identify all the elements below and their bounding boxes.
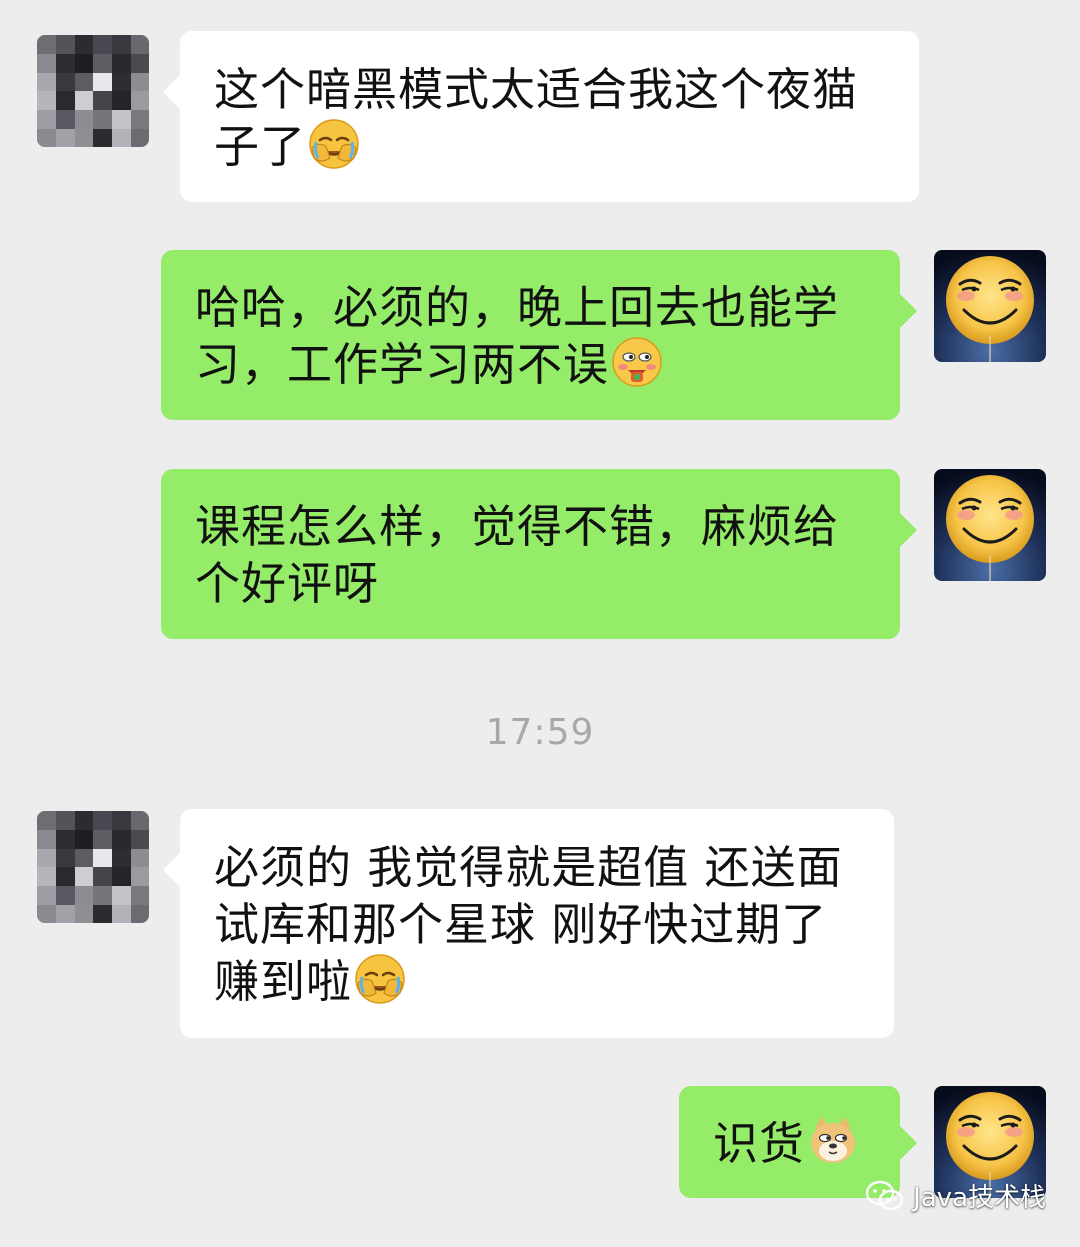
bubble-tail bbox=[163, 853, 180, 887]
message-line: 哈哈，必须的，晚上回去也能学 bbox=[195, 281, 840, 334]
moon-face-avatar-icon bbox=[934, 250, 1046, 362]
happy-nosebleed-emoji-icon bbox=[611, 336, 663, 388]
watermark: Java技术栈 bbox=[865, 1177, 1046, 1214]
pixelated-avatar-icon bbox=[37, 811, 149, 923]
message-line: 试库和那个星球 刚好快过期了 bbox=[214, 898, 828, 951]
message-line: 子了 bbox=[214, 120, 307, 173]
facepalm-emoji-icon bbox=[354, 953, 406, 1005]
bubble-tail bbox=[900, 294, 917, 328]
bubble-tail bbox=[163, 75, 180, 109]
contact-avatar[interactable] bbox=[37, 811, 149, 923]
moon-face-avatar-icon bbox=[934, 469, 1046, 581]
contact-avatar[interactable] bbox=[37, 35, 149, 147]
my-avatar[interactable] bbox=[934, 469, 1046, 581]
bubble-tail bbox=[900, 1126, 917, 1160]
pixelated-avatar-icon bbox=[37, 35, 149, 147]
message-bubble-incoming[interactable]: 这个暗黑模式太适合我这个夜猫 子了 bbox=[163, 31, 919, 202]
my-avatar[interactable] bbox=[934, 250, 1046, 362]
facepalm-emoji-icon bbox=[308, 118, 360, 170]
message-line: 必须的 我觉得就是超值 还送面 bbox=[214, 841, 843, 894]
message-line: 赚到啦 bbox=[214, 955, 353, 1008]
message-bubble-outgoing[interactable]: 哈哈，必须的，晚上回去也能学 习，工作学习两不误 bbox=[161, 250, 917, 420]
message-line: 个好评呀 bbox=[195, 557, 380, 610]
watermark-text: Java技术栈 bbox=[913, 1183, 1046, 1213]
wechat-official-account-icon bbox=[865, 1180, 904, 1210]
message-line: 识货 bbox=[713, 1117, 806, 1170]
message-bubble-incoming[interactable]: 必须的 我觉得就是超值 还送面 试库和那个星球 刚好快过期了 赚到啦 bbox=[163, 809, 894, 1038]
message-line: 课程怎么样，觉得不错，麻烦给 bbox=[195, 500, 840, 553]
message-line: 这个暗黑模式太适合我这个夜猫 bbox=[214, 63, 859, 116]
bubble-tail bbox=[900, 513, 917, 547]
chat-timestamp: 17:59 bbox=[485, 712, 595, 753]
message-line: 习，工作学习两不误 bbox=[195, 338, 610, 391]
doge-emoji-icon bbox=[807, 1115, 859, 1167]
message-bubble-outgoing[interactable]: 课程怎么样，觉得不错，麻烦给 个好评呀 bbox=[161, 469, 917, 639]
